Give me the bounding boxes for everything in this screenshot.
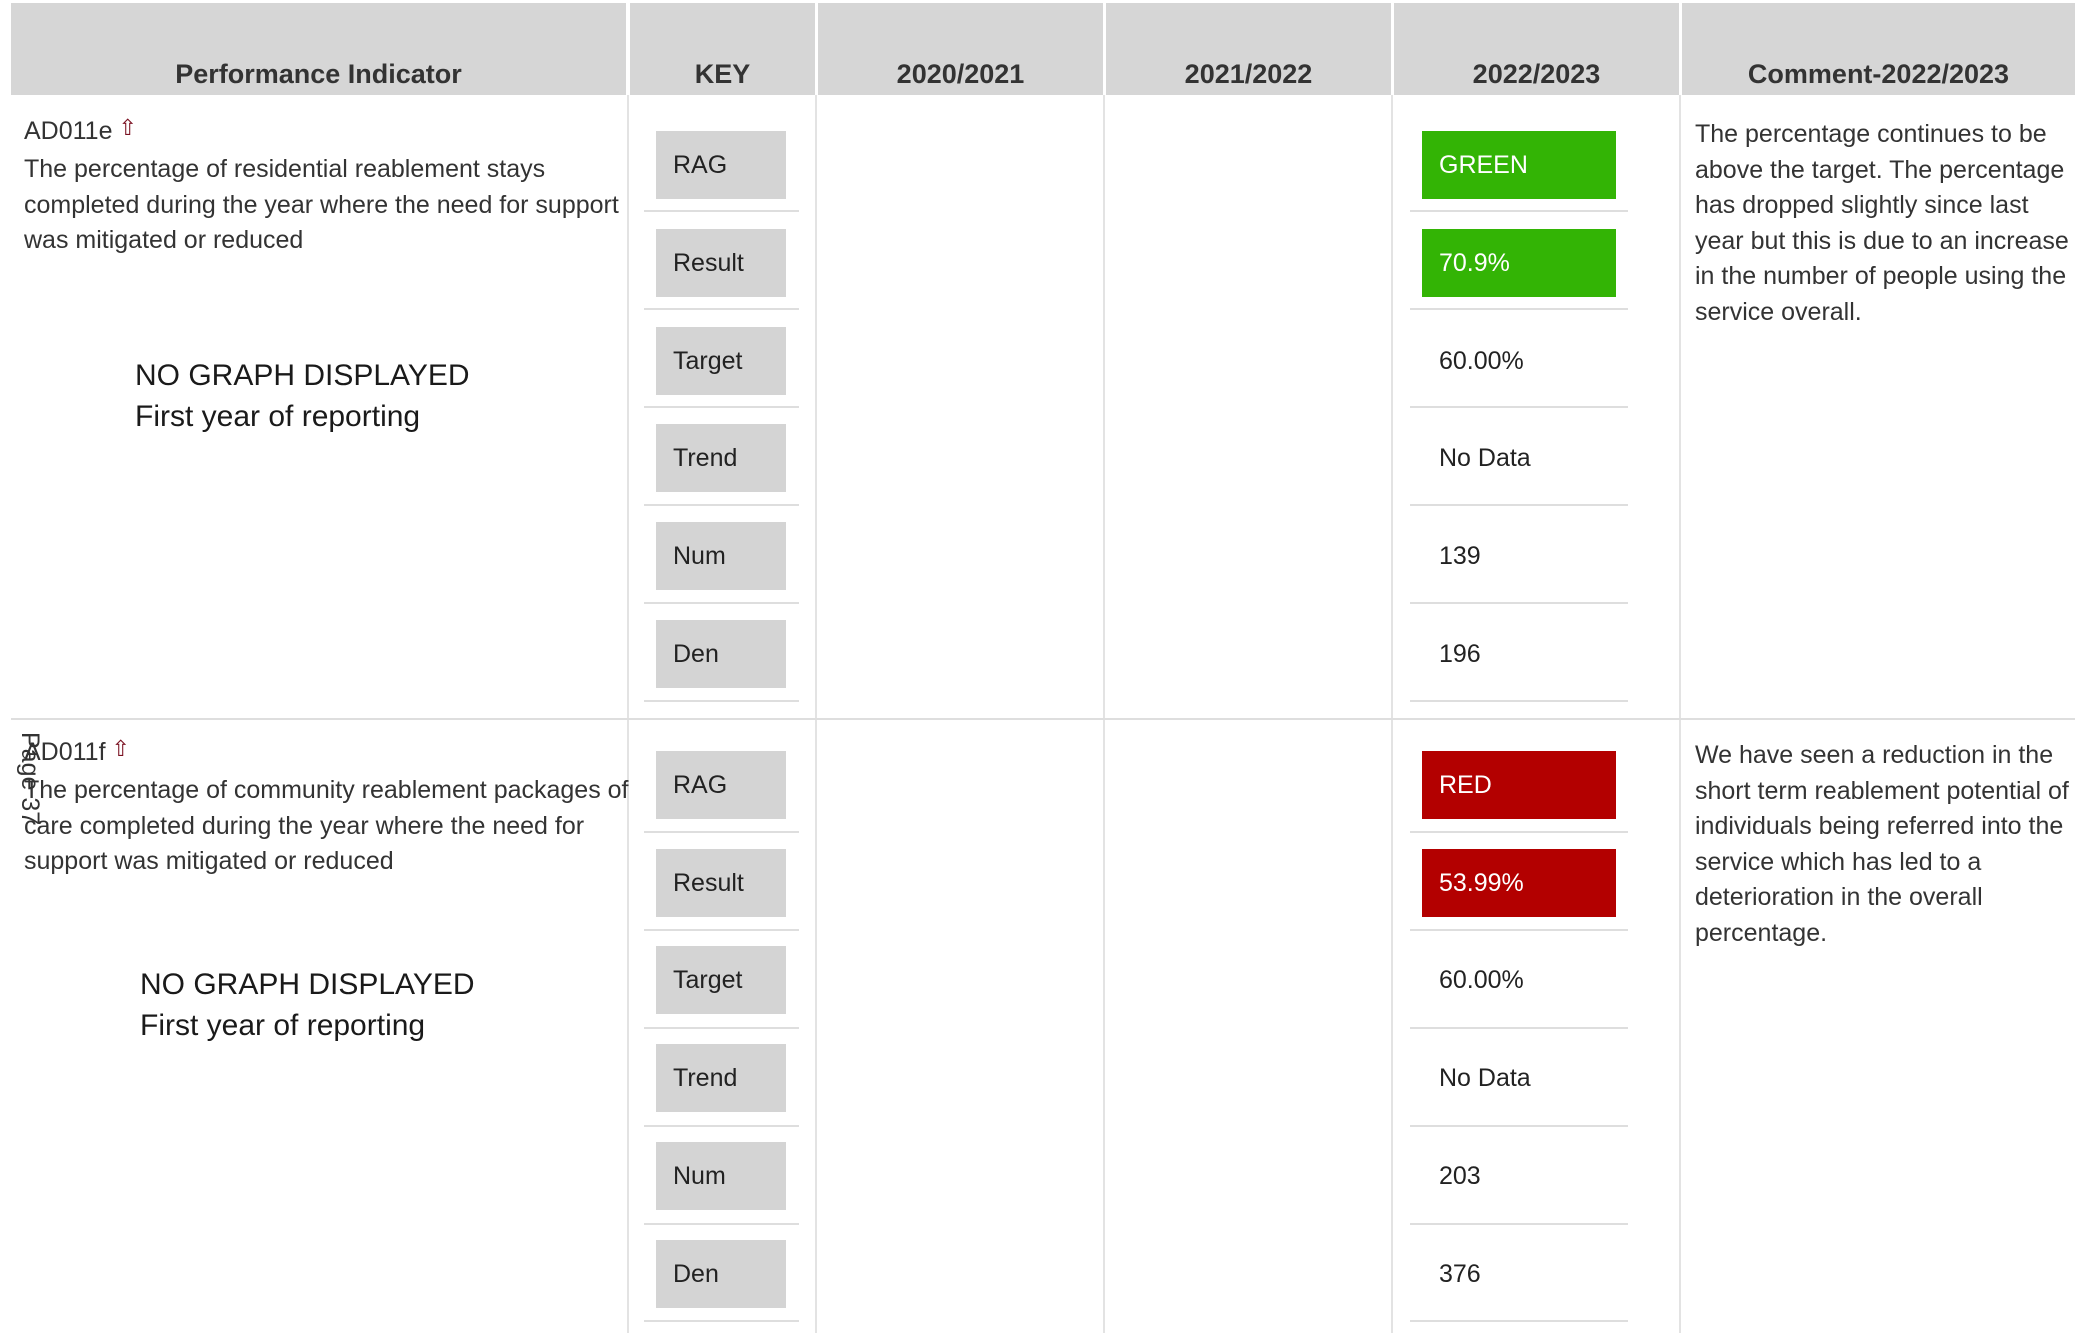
row-divider: [644, 210, 799, 212]
row-divider: [1410, 929, 1628, 931]
column-divider: [627, 95, 629, 1333]
num-value: 139: [1439, 541, 1481, 570]
no-graph-reason: First year of reporting: [140, 1009, 426, 1042]
result-value-badge: 53.99%: [1422, 849, 1616, 917]
indicator-comment: We have seen a reduction in the short te…: [1695, 741, 2069, 947]
no-graph-notice: NO GRAPH DISPLAYED First year of reporti…: [140, 964, 475, 1046]
row-divider: [644, 1223, 799, 1225]
no-graph-reason: First year of reporting: [135, 400, 421, 433]
target-value: 60.00%: [1439, 965, 1524, 994]
header-comment: Comment-2022/2023: [1682, 3, 2075, 95]
header-key: KEY: [630, 3, 815, 95]
key-den: Den: [656, 620, 786, 688]
column-divider: [1103, 95, 1105, 1333]
key-den: Den: [656, 1240, 786, 1308]
key-rag: RAG: [656, 131, 786, 199]
row-divider: [644, 700, 799, 702]
indicator-description: The percentage of residential reablement…: [24, 155, 619, 254]
trend-value: No Data: [1439, 443, 1531, 472]
row-divider: [644, 504, 799, 506]
row-divider: [1410, 504, 1628, 506]
no-graph-title: NO GRAPH DISPLAYED: [135, 359, 470, 392]
rag-status-badge: RED: [1422, 751, 1616, 819]
key-rag: RAG: [656, 751, 786, 819]
key-trend: Trend: [656, 1044, 786, 1112]
row-divider: [1410, 1223, 1628, 1225]
row-divider: [1410, 1027, 1628, 1029]
row-divider: [1410, 1125, 1628, 1127]
indicator-code-text: AD011e: [24, 117, 113, 145]
result-value-badge: 70.9%: [1422, 229, 1616, 297]
key-result: Result: [656, 229, 786, 297]
no-graph-title: NO GRAPH DISPLAYED: [140, 968, 475, 1001]
row-divider: [644, 831, 799, 833]
den-value: 196: [1439, 639, 1481, 668]
header-performance-indicator: Performance Indicator: [11, 3, 626, 95]
header-2020-2021: 2020/2021: [818, 3, 1103, 95]
row-divider: [644, 602, 799, 604]
indicator-description: The percentage of community reablement p…: [24, 776, 629, 875]
rag-status-badge: GREEN: [1422, 131, 1616, 199]
row-divider: [644, 406, 799, 408]
key-num: Num: [656, 1142, 786, 1210]
key-result: Result: [656, 849, 786, 917]
row-divider: [644, 929, 799, 931]
column-divider: [815, 95, 817, 1333]
column-divider: [1679, 95, 1681, 1333]
indicator-code: AD011e ⇧: [24, 115, 137, 146]
trend-value: No Data: [1439, 1063, 1531, 1092]
header-2022-2023: 2022/2023: [1394, 3, 1679, 95]
column-divider: [1391, 95, 1393, 1333]
up-arrow-icon: ⇧: [118, 115, 137, 140]
row-divider: [1410, 406, 1628, 408]
row-divider: [1410, 831, 1628, 833]
key-target: Target: [656, 327, 786, 395]
row-divider: [1410, 308, 1628, 310]
row-divider: [1410, 602, 1628, 604]
indicator-code-text: AD011f: [24, 738, 106, 766]
row-divider: [1410, 700, 1628, 702]
row-divider: [1410, 210, 1628, 212]
indicator-comment: The percentage continues to be above the…: [1695, 120, 2069, 326]
key-num: Num: [656, 522, 786, 590]
den-value: 376: [1439, 1259, 1481, 1288]
row-divider: [644, 308, 799, 310]
no-graph-notice: NO GRAPH DISPLAYED First year of reporti…: [135, 355, 470, 437]
num-value: 203: [1439, 1161, 1481, 1190]
key-target: Target: [656, 946, 786, 1014]
up-arrow-icon: ⇧: [111, 736, 130, 761]
indicator-code: AD011f ⇧: [24, 736, 130, 767]
row-divider: [1410, 1320, 1628, 1322]
header-2021-2022: 2021/2022: [1106, 3, 1391, 95]
row-divider: [644, 1320, 799, 1322]
key-trend: Trend: [656, 424, 786, 492]
row-divider: [644, 1125, 799, 1127]
row-divider: [644, 1027, 799, 1029]
section-divider: [11, 718, 2075, 720]
target-value: 60.00%: [1439, 346, 1524, 375]
